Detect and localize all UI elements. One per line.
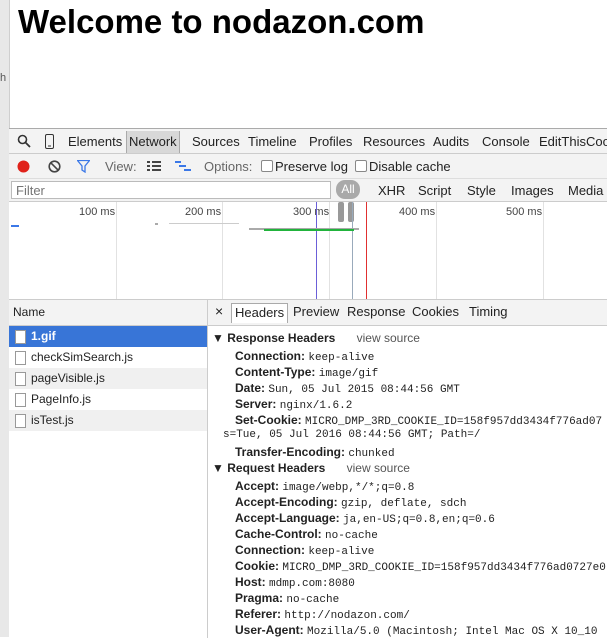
view-label: View: (105, 159, 137, 174)
tick-label: 200 ms (185, 206, 222, 218)
file-icon (15, 351, 26, 365)
disable-cache-label: Disable cache (369, 159, 451, 174)
request-row[interactable]: PageInfo.js (9, 389, 207, 410)
file-icon (15, 330, 26, 344)
request-row-1-gif[interactable]: 1.gif (9, 326, 207, 347)
request-bar (11, 225, 19, 227)
request-list: Name 1.gif checkSimSearch.js pageVisible… (9, 300, 208, 638)
header-line: Connection: keep-alive (235, 543, 375, 558)
tab-resources[interactable]: Resources (363, 134, 425, 149)
header-line: Cookie: MICRO_DMP_3RD_COOKIE_ID=158f957d… (235, 559, 606, 574)
tab-network[interactable]: Network (126, 131, 180, 153)
timeline-overview[interactable]: 100 ms 200 ms 300 ms 400 ms 500 ms (9, 202, 607, 300)
tick-label: 500 ms (506, 206, 543, 218)
tab-console[interactable]: Console (482, 134, 530, 149)
request-detail: × Headers Preview Response Cookies Timin… (208, 300, 607, 638)
tab-audits[interactable]: Audits (433, 134, 469, 149)
tick-label: 300 ms (293, 206, 330, 218)
view-source-link[interactable]: view source (347, 461, 410, 475)
expand-triangle-icon: ▼ (212, 461, 224, 475)
response-headers-section[interactable]: ▼ Response Headers view source (212, 331, 420, 345)
header-line: Host: mdmp.com:8080 (235, 575, 355, 590)
header-line: Set-Cookie: MICRO_DMP_3RD_COOKIE_ID=158f… (235, 413, 603, 428)
tab-elements[interactable]: Elements (68, 134, 122, 149)
detail-tabs: × Headers Preview Response Cookies Timin… (208, 300, 607, 326)
request-row[interactable]: checkSimSearch.js (9, 347, 207, 368)
tab-preview[interactable]: Preview (293, 304, 339, 319)
tab-response[interactable]: Response (347, 304, 406, 319)
filter-images[interactable]: Images (511, 183, 554, 198)
range-handle-right[interactable] (348, 202, 354, 222)
load-event-line (366, 202, 367, 299)
header-line: Server: nginx/1.6.2 (235, 397, 353, 412)
waterfall-icon[interactable] (175, 161, 191, 175)
tab-timing[interactable]: Timing (469, 304, 508, 319)
request-headers-section[interactable]: ▼ Request Headers view source (212, 461, 410, 475)
tab-timeline[interactable]: Timeline (248, 134, 297, 149)
filter-bar: All XHR Script Style Images Media (9, 179, 607, 202)
header-line: Transfer-Encoding: chunked (235, 445, 395, 460)
tick-label: 100 ms (79, 206, 116, 218)
devtools-tabbar: Elements Network Sources Timeline Profil… (9, 129, 607, 154)
options-label: Options: (204, 159, 253, 174)
view-source-link[interactable]: view source (357, 331, 420, 345)
filter-xhr[interactable]: XHR (378, 183, 405, 198)
header-line: User-Agent: Mozilla/5.0 (Macintosh; Inte… (235, 623, 598, 638)
dom-content-loaded-line (316, 202, 317, 299)
filter-icon[interactable] (76, 159, 91, 176)
header-line: Accept-Encoding: gzip, deflate, sdch (235, 495, 467, 510)
disable-cache-checkbox[interactable] (355, 160, 367, 172)
large-rows-icon[interactable] (147, 161, 161, 175)
filter-input[interactable] (11, 181, 331, 199)
devtools-panel: Elements Network Sources Timeline Profil… (9, 128, 607, 638)
inspect-icon[interactable] (17, 134, 31, 151)
tick-label: 400 ms (399, 206, 436, 218)
file-icon (15, 372, 26, 386)
tab-editthiscookie[interactable]: EditThisCookie (539, 134, 607, 149)
request-bar (169, 223, 239, 224)
set-cookie-wrap: s=Tue, 05 Jul 2016 08:44:56 GMT; Path=/ (223, 429, 481, 441)
device-mode-icon[interactable] (45, 134, 54, 152)
request-row[interactable]: isTest.js (9, 410, 207, 431)
close-icon[interactable]: × (215, 303, 223, 319)
filter-media[interactable]: Media (568, 183, 603, 198)
header-line: Accept: image/webp,*/*;q=0.8 (235, 479, 415, 494)
request-bar (264, 229, 354, 231)
tab-cookies[interactable]: Cookies (412, 304, 459, 319)
tab-profiles[interactable]: Profiles (309, 134, 352, 149)
name-column-header[interactable]: Name (9, 300, 207, 326)
header-line: Content-Type: image/gif (235, 365, 379, 380)
record-icon[interactable] (17, 160, 30, 176)
file-icon (15, 393, 26, 407)
header-line: Accept-Language: ja,en-US;q=0.8,en;q=0.6 (235, 511, 495, 526)
header-line: Referer: http://nodazon.com/ (235, 607, 410, 622)
request-row[interactable]: pageVisible.js (9, 368, 207, 389)
expand-triangle-icon: ▼ (212, 331, 224, 345)
header-line: Pragma: no-cache (235, 591, 340, 606)
filter-all-button[interactable]: All (336, 180, 360, 199)
range-handle-left[interactable] (338, 202, 344, 222)
page-title: Welcome to nodazon.com (18, 3, 425, 40)
preserve-log-label: Preserve log (275, 159, 348, 174)
header-line: Date: Sun, 05 Jul 2015 08:44:56 GMT (235, 381, 460, 396)
request-bar (155, 223, 158, 225)
clear-icon[interactable] (48, 160, 61, 176)
filter-script[interactable]: Script (418, 183, 451, 198)
header-line: Cache-Control: no-cache (235, 527, 378, 542)
file-icon (15, 414, 26, 428)
filter-style[interactable]: Style (467, 183, 496, 198)
header-line: Connection: keep-alive (235, 349, 375, 364)
tab-sources[interactable]: Sources (192, 134, 240, 149)
marker-line (352, 202, 353, 299)
preserve-log-checkbox[interactable] (261, 160, 273, 172)
tab-headers[interactable]: Headers (231, 303, 289, 323)
network-toolbar: View: Options: Preserve log Disable cach… (9, 154, 607, 179)
